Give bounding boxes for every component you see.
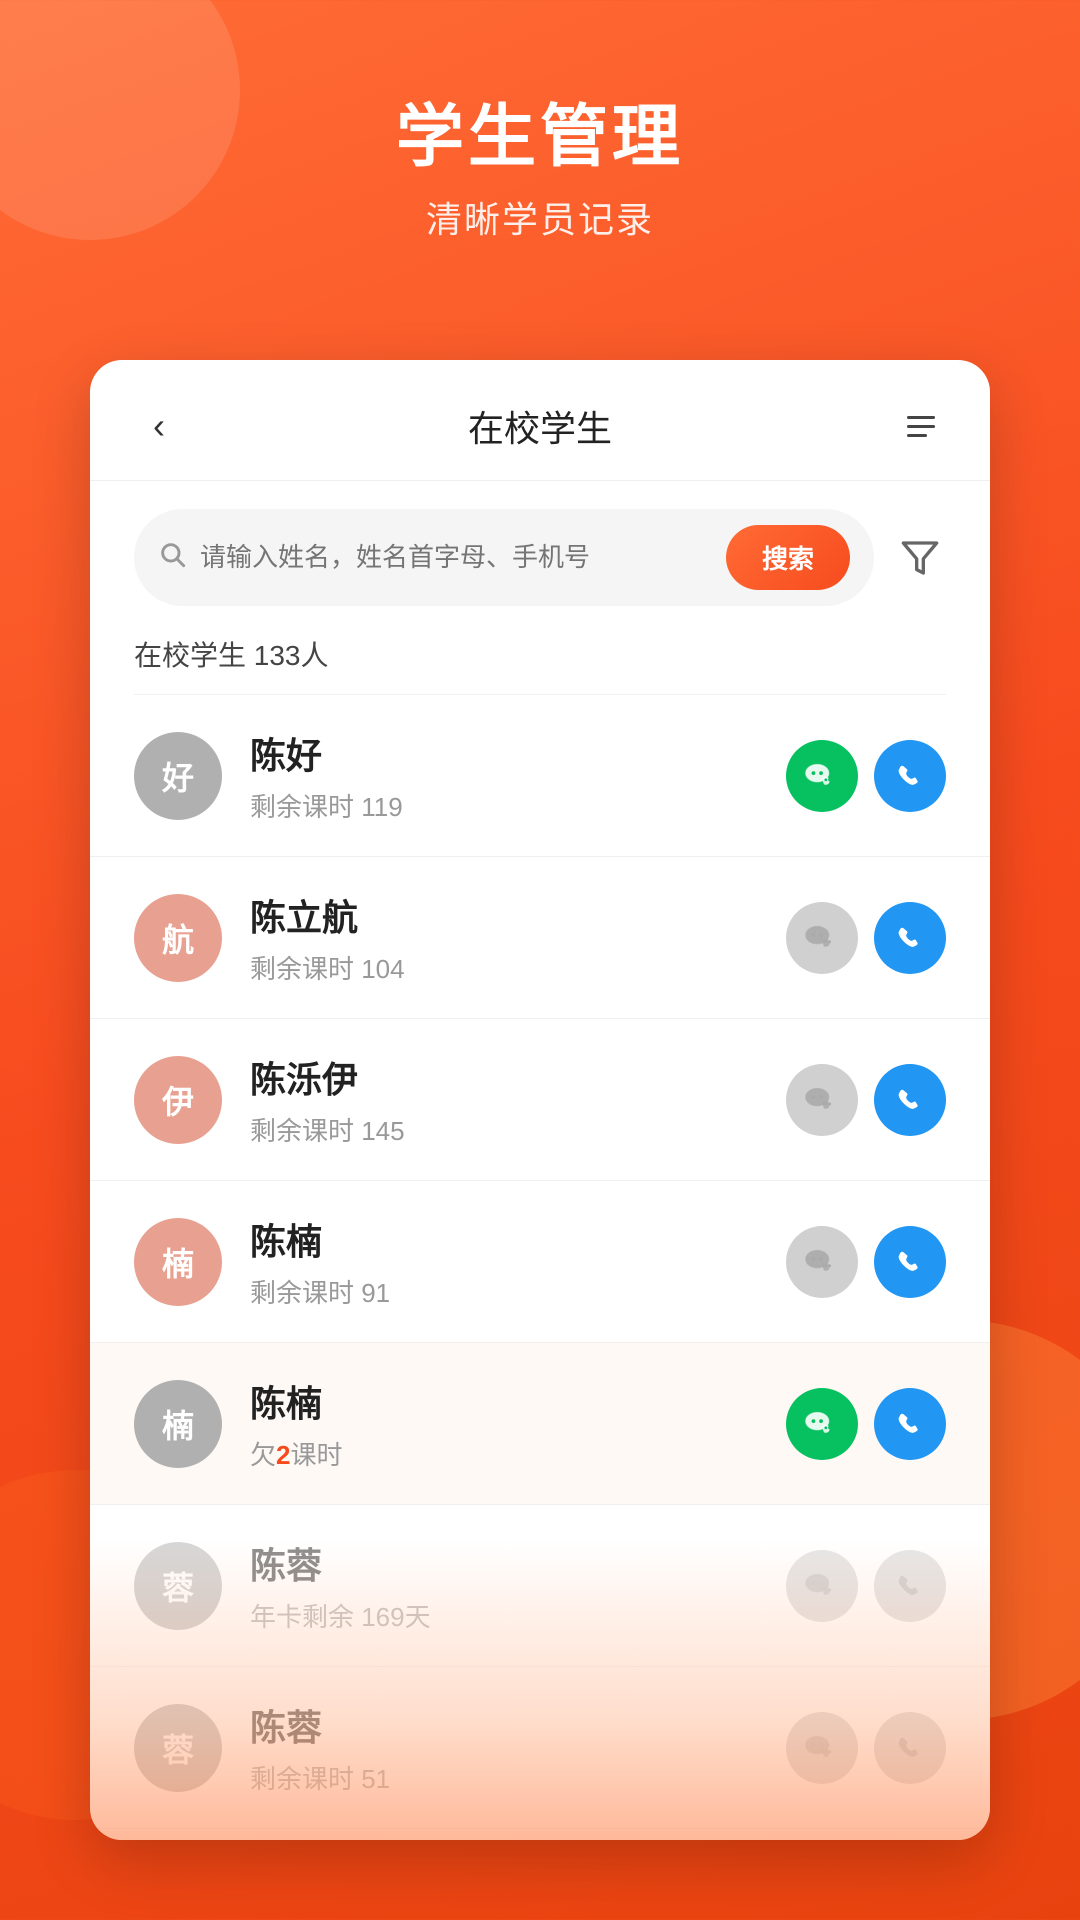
wechat-button[interactable] [786,1064,858,1136]
menu-button[interactable] [896,401,946,451]
wechat-button[interactable] [786,902,858,974]
student-item[interactable]: 航 陈立航 剩余课时 104 [90,857,990,1019]
student-name: 陈蓉 [250,1537,786,1589]
student-actions [786,1712,946,1784]
detail-prefix: 欠 [250,1440,276,1470]
main-card: ‹ 在校学生 搜索 在 [90,360,990,1840]
student-actions [786,1550,946,1622]
student-detail: 剩余课时 51 [250,1759,786,1796]
student-info: 陈蓉 剩余课时 51 [250,1699,786,1796]
phone-button[interactable] [874,1064,946,1136]
student-name: 陈蓉 [250,1699,786,1751]
student-info: 陈楠 欠2课时 [250,1375,786,1472]
student-info: 陈好 剩余课时 119 [250,727,786,824]
student-detail: 年卡剩余 169天 [250,1597,786,1634]
student-name: 陈楠 [250,1375,786,1427]
student-info: 陈楠 剩余课时 91 [250,1213,786,1310]
card-header: ‹ 在校学生 [90,360,990,481]
detail-suffix: 课时 [290,1440,342,1470]
student-actions [786,1064,946,1136]
avatar: 伊 [134,1056,222,1144]
search-input[interactable] [200,542,712,573]
wechat-button[interactable] [786,1550,858,1622]
student-detail: 欠2课时 [250,1435,786,1472]
wechat-button[interactable] [786,740,858,812]
avatar: 蓉 [134,1704,222,1792]
student-detail: 剩余课时 91 [250,1273,786,1310]
student-detail: 剩余课时 104 [250,949,786,986]
page-header: 学生管理 清晰学员记录 [0,0,1080,243]
student-list: 好 陈好 剩余课时 119 [90,695,990,1840]
detail-text: 剩余课时 51 [250,1764,390,1794]
student-name: 陈楠 [250,1213,786,1265]
student-item[interactable]: 伊 陈泺伊 剩余课时 145 [90,1019,990,1181]
student-detail: 剩余课时 119 [250,787,786,824]
student-item[interactable]: 楠 陈楠 剩余课时 91 [90,1181,990,1343]
phone-button[interactable] [874,1712,946,1784]
phone-button[interactable] [874,740,946,812]
student-actions [786,740,946,812]
student-info: 陈立航 剩余课时 104 [250,889,786,986]
search-icon [158,540,186,575]
student-info: 陈泺伊 剩余课时 145 [250,1051,786,1148]
page-subtitle: 清晰学员记录 [0,191,1080,243]
search-area: 搜索 [90,481,990,634]
student-detail: 剩余课时 145 [250,1111,786,1148]
student-info: 陈蓉 年卡剩余 169天 [250,1537,786,1634]
student-count: 在校学生 133人 [90,634,990,694]
detail-text: 年卡剩余 169天 [250,1602,431,1632]
avatar: 航 [134,894,222,982]
detail-text: 剩余课时 91 [250,1278,390,1308]
search-bar: 搜索 [134,509,874,606]
back-button[interactable]: ‹ [134,401,184,451]
student-actions [786,902,946,974]
student-actions [786,1226,946,1298]
menu-line-2 [907,425,935,428]
filter-button[interactable] [894,532,946,584]
avatar: 楠 [134,1380,222,1468]
wechat-button[interactable] [786,1226,858,1298]
avatar: 蓉 [134,1542,222,1630]
student-item[interactable]: 好 陈好 剩余课时 119 [90,695,990,857]
detail-text: 剩余课时 119 [250,792,403,822]
phone-button[interactable] [874,902,946,974]
back-icon: ‹ [153,405,165,447]
student-name: 陈立航 [250,889,786,941]
phone-button[interactable] [874,1388,946,1460]
student-name: 陈泺伊 [250,1051,786,1103]
phone-button[interactable] [874,1226,946,1298]
student-actions [786,1388,946,1460]
card-title: 在校学生 [468,400,612,452]
list-icon [907,416,935,437]
detail-text: 剩余课时 145 [250,1116,405,1146]
student-name: 陈好 [250,727,786,779]
student-item[interactable]: 楠 陈楠 欠2课时 [90,1343,990,1505]
menu-line-1 [907,416,935,419]
student-item[interactable]: 蓉 陈蓉 剩余课时 51 [90,1667,990,1829]
detail-text: 剩余课时 104 [250,954,405,984]
wechat-button[interactable] [786,1712,858,1784]
avatar: 好 [134,732,222,820]
wechat-button[interactable] [786,1388,858,1460]
menu-line-3 [907,434,927,437]
student-item[interactable]: 蓉 陈蓉 年卡剩余 169天 [90,1505,990,1667]
page-title: 学生管理 [0,100,1080,175]
phone-button[interactable] [874,1550,946,1622]
avatar: 楠 [134,1218,222,1306]
search-button[interactable]: 搜索 [726,525,850,590]
detail-highlight: 2 [276,1440,290,1470]
